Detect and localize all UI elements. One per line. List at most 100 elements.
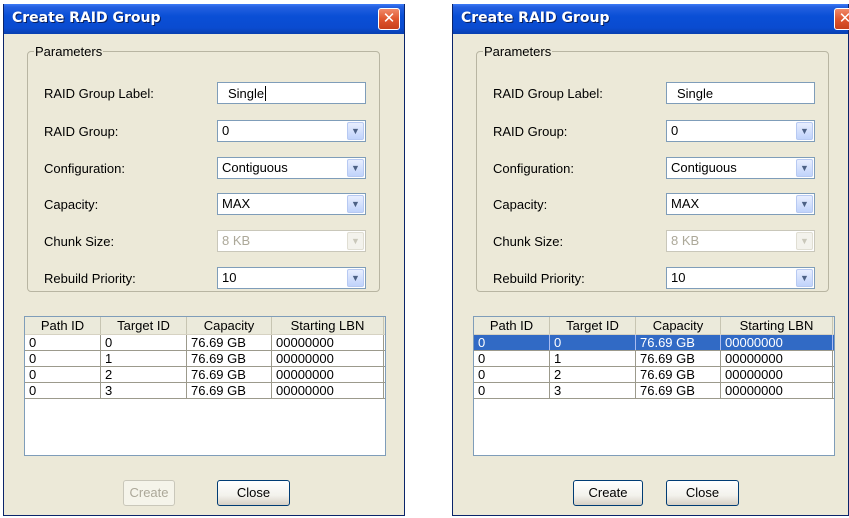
configuration-label: Configuration: xyxy=(493,161,574,176)
title-bar: Create RAID Group ✕ xyxy=(4,4,404,34)
configuration-value: Contiguous xyxy=(222,160,288,175)
target-id-cell: 1 xyxy=(101,351,187,366)
disk-table[interactable]: Path ID Target ID Capacity Starting LBN … xyxy=(24,316,386,456)
chunk-size-value: 8 KB xyxy=(222,233,251,248)
create-button[interactable]: Create xyxy=(573,480,643,506)
chevron-down-icon[interactable]: ▼ xyxy=(796,159,813,177)
raid-group-value: 0 xyxy=(222,123,230,138)
dialog-title: Create RAID Group xyxy=(12,10,161,26)
target-id-cell: 0 xyxy=(550,335,636,350)
rebuild-priority-label: Rebuild Priority: xyxy=(493,271,585,286)
starting-lbn-cell: 00000000 xyxy=(272,367,384,382)
parameters-legend: Parameters xyxy=(484,44,552,59)
rebuild-priority-label: Rebuild Priority: xyxy=(44,271,136,286)
capacity-cell: 76.69 GB xyxy=(636,351,721,366)
path-id-cell: 0 xyxy=(474,383,550,398)
raid-group-label: RAID Group: xyxy=(44,124,119,139)
path-id-cell: 0 xyxy=(474,351,550,366)
chevron-down-icon[interactable]: ▼ xyxy=(347,122,364,140)
raid-group-select[interactable]: 0 ▼ xyxy=(666,120,815,142)
rebuild-priority-select[interactable]: 10 ▼ xyxy=(666,267,815,289)
close-icon[interactable]: ✕ xyxy=(378,8,400,30)
target-id-cell: 0 xyxy=(101,335,187,350)
capacity-cell: 76.69 GB xyxy=(636,335,721,350)
table-row[interactable]: 0 3 76.69 GB 00000000 xyxy=(474,383,834,399)
configuration-value: Contiguous xyxy=(671,160,737,175)
raid-group-value: 0 xyxy=(671,123,679,138)
starting-lbn-cell: 00000000 xyxy=(272,335,384,350)
path-id-cell: 0 xyxy=(25,351,101,366)
capacity-value: MAX xyxy=(671,196,700,211)
chunk-size-label: Chunk Size: xyxy=(493,234,564,249)
text-cursor xyxy=(265,86,267,101)
raid-group-label: RAID Group: xyxy=(493,124,568,139)
chevron-down-icon[interactable]: ▼ xyxy=(796,195,813,213)
starting-lbn-cell: 00000000 xyxy=(272,351,384,366)
target-id-cell: 2 xyxy=(550,367,636,382)
column-header-target-id[interactable]: Target ID xyxy=(101,317,187,334)
table-row[interactable]: 0 3 76.69 GB 00000000 xyxy=(25,383,385,399)
column-header-starting-lbn[interactable]: Starting LBN xyxy=(721,317,833,334)
table-row[interactable]: 0 1 76.69 GB 00000000 xyxy=(25,351,385,367)
path-id-cell: 0 xyxy=(474,367,550,382)
raid-group-label-label: RAID Group Label: xyxy=(493,86,603,101)
chunk-size-select: 8 KB ▼ xyxy=(666,230,815,252)
table-header: Path ID Target ID Capacity Starting LBN xyxy=(25,317,385,335)
column-header-target-id[interactable]: Target ID xyxy=(550,317,636,334)
table-row-selected[interactable]: 0 0 76.69 GB 00000000 xyxy=(474,335,834,351)
starting-lbn-cell: 00000000 xyxy=(721,367,833,382)
target-id-cell: 3 xyxy=(101,383,187,398)
disk-table[interactable]: Path ID Target ID Capacity Starting LBN … xyxy=(473,316,835,456)
configuration-select[interactable]: Contiguous ▼ xyxy=(217,157,366,179)
capacity-label: Capacity: xyxy=(493,197,548,212)
capacity-cell: 76.69 GB xyxy=(187,351,272,366)
rebuild-priority-value: 10 xyxy=(671,270,686,285)
capacity-select[interactable]: MAX ▼ xyxy=(666,193,815,215)
dialog-title: Create RAID Group xyxy=(461,10,610,26)
starting-lbn-cell: 00000000 xyxy=(721,335,833,350)
table-row[interactable]: 0 2 76.69 GB 00000000 xyxy=(474,367,834,383)
chevron-down-icon[interactable]: ▼ xyxy=(347,269,364,287)
column-header-starting-lbn[interactable]: Starting LBN xyxy=(272,317,384,334)
capacity-cell: 76.69 GB xyxy=(636,383,721,398)
parameters-group: Parameters RAID Group Label: Single RAID… xyxy=(27,44,380,292)
raid-group-label-input[interactable]: Single xyxy=(217,82,366,104)
starting-lbn-cell: 00000000 xyxy=(721,383,833,398)
path-id-cell: 0 xyxy=(474,335,550,350)
chevron-down-icon[interactable]: ▼ xyxy=(796,269,813,287)
column-header-capacity[interactable]: Capacity xyxy=(636,317,721,334)
column-header-path-id[interactable]: Path ID xyxy=(25,317,101,334)
target-id-cell: 1 xyxy=(550,351,636,366)
capacity-cell: 76.69 GB xyxy=(187,367,272,382)
capacity-cell: 76.69 GB xyxy=(636,367,721,382)
column-header-path-id[interactable]: Path ID xyxy=(474,317,550,334)
create-raid-group-dialog: Create RAID Group ✕ Parameters RAID Grou… xyxy=(3,4,405,516)
configuration-label: Configuration: xyxy=(44,161,125,176)
chunk-size-select: 8 KB ▼ xyxy=(217,230,366,252)
raid-group-label-input[interactable]: Single xyxy=(666,82,815,104)
table-row[interactable]: 0 2 76.69 GB 00000000 xyxy=(25,367,385,383)
column-header-capacity[interactable]: Capacity xyxy=(187,317,272,334)
raid-group-label-value: Single xyxy=(677,86,714,101)
table-row[interactable]: 0 0 76.69 GB 00000000 xyxy=(25,335,385,351)
chevron-down-icon[interactable]: ▼ xyxy=(347,159,364,177)
capacity-cell: 76.69 GB xyxy=(187,335,272,350)
configuration-select[interactable]: Contiguous ▼ xyxy=(666,157,815,179)
capacity-cell: 76.69 GB xyxy=(187,383,272,398)
chevron-down-icon[interactable]: ▼ xyxy=(347,195,364,213)
close-icon[interactable]: ✕ xyxy=(834,8,849,30)
title-bar: Create RAID Group ✕ xyxy=(453,4,849,34)
raid-group-label-label: RAID Group Label: xyxy=(44,86,154,101)
capacity-select[interactable]: MAX ▼ xyxy=(217,193,366,215)
close-button[interactable]: Close xyxy=(666,480,739,506)
create-button: Create xyxy=(123,480,175,506)
table-row[interactable]: 0 1 76.69 GB 00000000 xyxy=(474,351,834,367)
parameters-legend: Parameters xyxy=(35,44,103,59)
target-id-cell: 3 xyxy=(550,383,636,398)
raid-group-select[interactable]: 0 ▼ xyxy=(217,120,366,142)
chevron-down-icon[interactable]: ▼ xyxy=(796,122,813,140)
rebuild-priority-select[interactable]: 10 ▼ xyxy=(217,267,366,289)
capacity-label: Capacity: xyxy=(44,197,99,212)
chevron-down-icon: ▼ xyxy=(796,232,813,250)
close-button[interactable]: Close xyxy=(217,480,290,506)
